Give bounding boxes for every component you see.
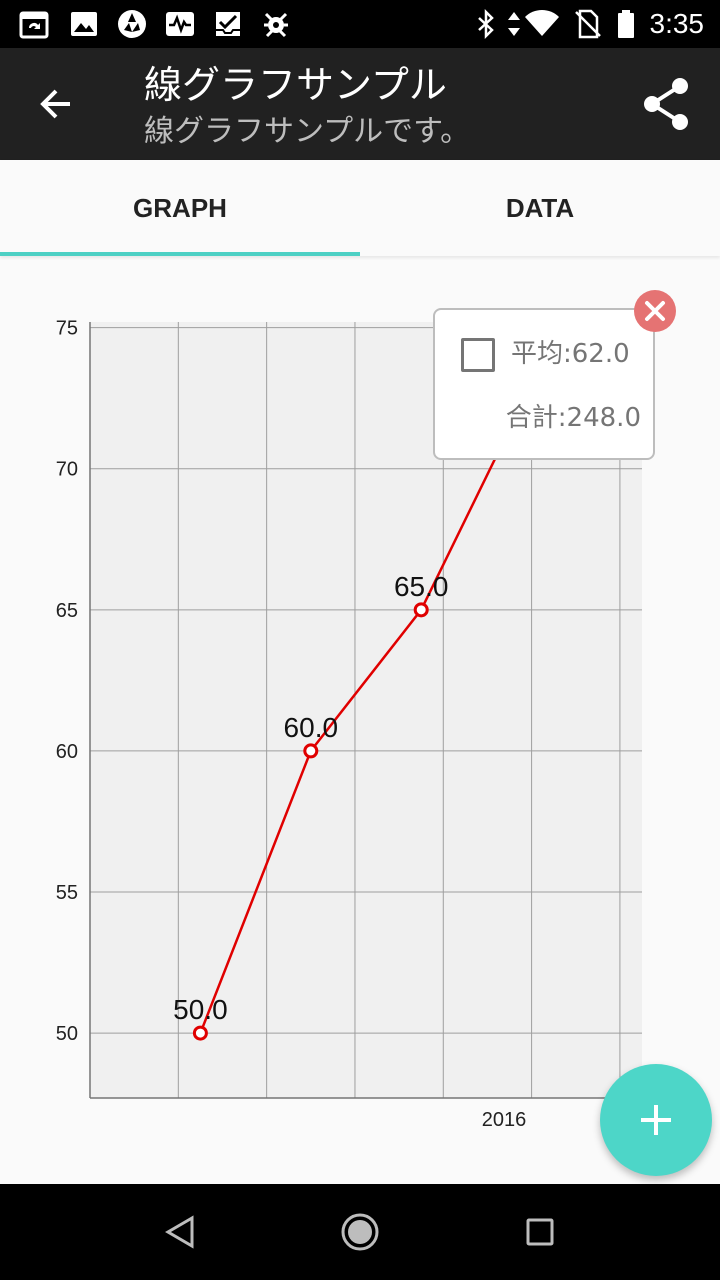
y-tick-label: 70: [56, 459, 78, 481]
share-icon: [644, 78, 688, 130]
tab-graph[interactable]: GRAPH: [0, 160, 360, 256]
y-tick-label: 60: [56, 741, 78, 763]
data-label: 50.0: [173, 994, 228, 1025]
average-checkbox[interactable]: [461, 338, 495, 372]
circle-home-icon: [341, 1213, 379, 1251]
system-nav-bar: [0, 1184, 720, 1280]
no-sim-icon: [572, 8, 604, 40]
page-subtitle: 線グラフサンプルです。: [144, 114, 471, 149]
tab-bar: GRAPH DATA: [0, 160, 720, 256]
nav-back-button[interactable]: [152, 1204, 208, 1260]
back-button[interactable]: [24, 80, 88, 128]
y-tick-label: 55: [56, 882, 78, 904]
calendar-sync-icon: [18, 8, 50, 40]
data-point[interactable]: [192, 1025, 208, 1041]
nav-recents-button[interactable]: [512, 1204, 568, 1260]
share-button[interactable]: [636, 72, 696, 136]
add-button[interactable]: [600, 1064, 712, 1176]
y-tick-label: 65: [56, 600, 78, 622]
arrow-left-icon: [40, 89, 70, 119]
sum-label: 合計:248.0: [505, 403, 641, 433]
y-tick-label: 50: [56, 1023, 78, 1045]
image-icon: [68, 8, 100, 40]
triangle-back-icon: [165, 1215, 194, 1249]
bug-icon: [260, 8, 292, 40]
tab-data[interactable]: DATA: [360, 160, 720, 256]
status-time: 3:35: [649, 8, 705, 39]
x-tick-label: 2016: [482, 1109, 527, 1131]
page-title: 線グラフサンプル: [144, 63, 447, 107]
battery-icon: [610, 8, 642, 40]
close-icon: [645, 301, 665, 321]
y-tick-label: 75: [56, 318, 78, 340]
data-point[interactable]: [303, 743, 319, 759]
data-label: 60.0: [284, 712, 339, 743]
wifi-icon: [524, 8, 560, 40]
nav-home-button[interactable]: [332, 1204, 388, 1260]
inbox-check-icon: [212, 8, 244, 40]
pulse-icon: [164, 8, 196, 40]
average-label: 平均:62.0: [511, 339, 630, 369]
square-recents-icon: [526, 1218, 554, 1246]
plus-icon: [641, 1105, 671, 1135]
data-point[interactable]: [413, 602, 429, 618]
summary-popup: 平均:62.0 合計:248.0: [433, 308, 655, 460]
aperture-icon: [116, 8, 148, 40]
app-bar: 線グラフサンプル 線グラフサンプルです。: [0, 48, 720, 160]
popup-close-button[interactable]: [634, 290, 676, 332]
status-bar: 3:35: [0, 0, 720, 48]
data-label: 65.0: [394, 571, 449, 602]
